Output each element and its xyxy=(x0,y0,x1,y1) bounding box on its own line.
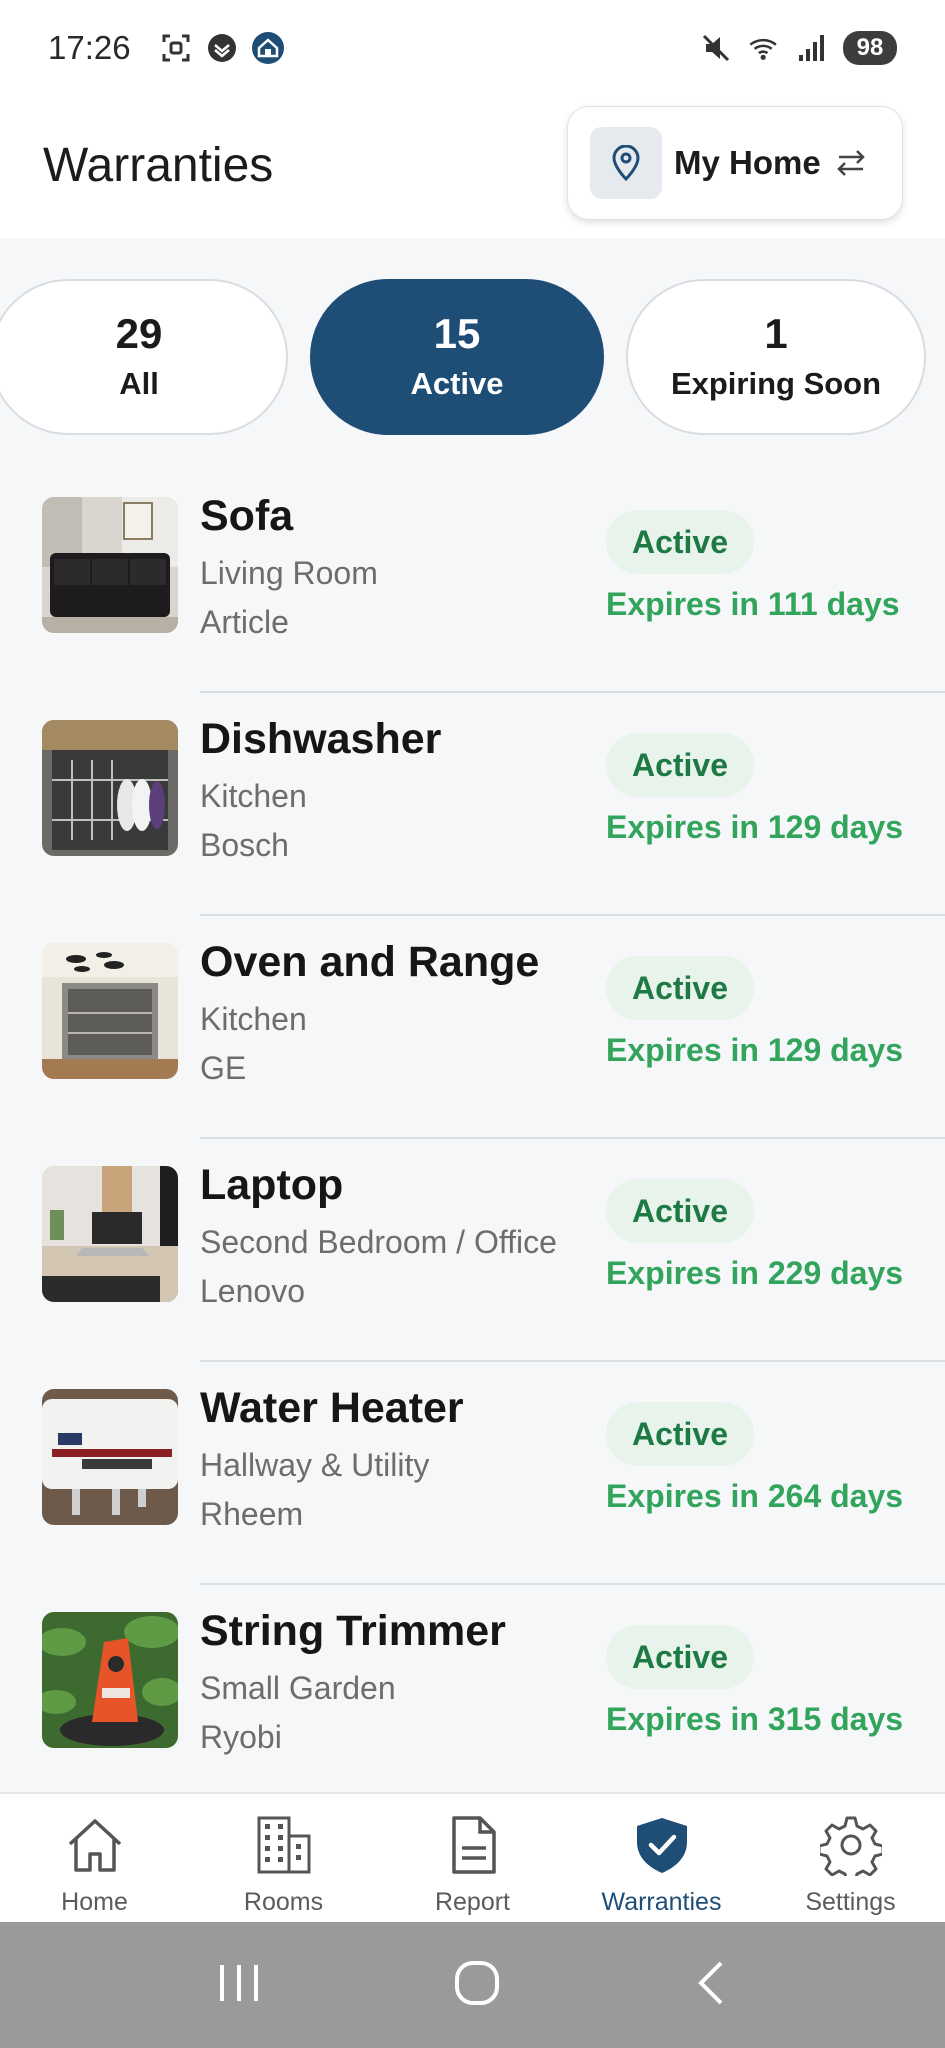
expiry-text: Expires in 264 days xyxy=(606,1478,904,1514)
expiry-text: Expires in 129 days xyxy=(606,809,904,845)
warranty-row-oven[interactable]: Oven and Range Kitchen GE Active Expires… xyxy=(0,916,945,1139)
screenshot-icon xyxy=(159,31,193,65)
bottom-navigation: Home Rooms Report Warranties Settings xyxy=(0,1792,945,1922)
item-name: Oven and Range xyxy=(200,938,540,986)
nav-label: Rooms xyxy=(243,1888,324,1916)
vpn-shield-icon xyxy=(205,31,239,65)
filter-tabs: 29 All 15 Active 1 Expiring Soon xyxy=(0,279,945,435)
nav-label: Report xyxy=(434,1888,511,1916)
expiry-text: Expires in 229 days xyxy=(606,1255,904,1291)
warranty-list: Sofa Living Room Article Active Expires … xyxy=(0,470,945,1808)
item-room: Hallway & Utility xyxy=(200,1447,430,1483)
item-room: Living Room xyxy=(200,555,378,591)
item-brand: Bosch xyxy=(200,827,289,863)
item-brand: Lenovo xyxy=(200,1273,305,1309)
app-header: Warranties My Home xyxy=(0,96,945,238)
home-app-icon xyxy=(251,31,285,65)
status-badge: Active xyxy=(606,956,754,1020)
warranty-row-laptop[interactable]: Laptop Second Bedroom / Office Lenovo Ac… xyxy=(0,1139,945,1362)
nav-report[interactable]: Report xyxy=(378,1794,567,1922)
item-name: String Trimmer xyxy=(200,1607,506,1655)
recent-apps-icon[interactable] xyxy=(214,1961,264,2010)
status-left: 17:26 xyxy=(48,29,285,67)
item-room: Second Bedroom / Office xyxy=(200,1224,557,1260)
nav-label: Settings xyxy=(805,1888,896,1916)
item-room: Kitchen xyxy=(200,1001,307,1037)
home-circle-icon[interactable] xyxy=(452,1958,502,2013)
nav-home[interactable]: Home xyxy=(0,1794,189,1922)
page-title: Warranties xyxy=(43,139,274,192)
document-icon xyxy=(442,1810,504,1880)
item-thumbnail xyxy=(42,1612,178,1748)
item-name: Sofa xyxy=(200,492,294,540)
filter-all[interactable]: 29 All xyxy=(0,279,288,435)
building-icon xyxy=(253,1810,315,1880)
item-thumbnail xyxy=(42,943,178,1079)
shield-check-icon xyxy=(631,1810,693,1880)
home-name: My Home xyxy=(674,144,821,181)
item-name: Dishwasher xyxy=(200,715,442,763)
status-badge: Active xyxy=(606,510,754,574)
filter-count: 29 xyxy=(115,310,163,357)
gear-icon xyxy=(819,1810,882,1880)
nav-label: Warranties xyxy=(601,1888,722,1916)
item-brand: GE xyxy=(200,1050,247,1086)
warranty-row-sofa[interactable]: Sofa Living Room Article Active Expires … xyxy=(0,470,945,693)
battery-indicator: 98 xyxy=(843,31,897,65)
status-right: 98 xyxy=(699,31,897,65)
item-brand: Article xyxy=(200,604,289,640)
expiry-text: Expires in 315 days xyxy=(606,1701,904,1737)
filter-expiring-soon[interactable]: 1 Expiring Soon xyxy=(626,279,926,435)
filter-label: Active xyxy=(410,366,504,401)
nav-label: Home xyxy=(61,1888,128,1916)
item-room: Kitchen xyxy=(200,778,307,814)
item-thumbnail xyxy=(42,1166,178,1302)
item-room: Small Garden xyxy=(200,1670,396,1706)
item-name: Water Heater xyxy=(200,1384,464,1432)
item-thumbnail xyxy=(42,497,178,633)
signal-icon xyxy=(795,31,829,65)
wifi-icon xyxy=(747,31,781,65)
filter-label: All xyxy=(119,366,159,401)
item-brand: Rheem xyxy=(200,1496,304,1532)
status-badge: Active xyxy=(606,1179,754,1243)
back-chevron-icon[interactable] xyxy=(691,1958,731,2013)
item-name: Laptop xyxy=(200,1161,344,1209)
nav-rooms[interactable]: Rooms xyxy=(189,1794,378,1922)
swap-arrows-icon xyxy=(835,148,867,178)
status-badge: Active xyxy=(606,733,754,797)
filter-count: 15 xyxy=(433,310,481,357)
filter-active[interactable]: 15 Active xyxy=(310,279,604,435)
location-pin-icon xyxy=(590,127,662,199)
item-thumbnail xyxy=(42,1389,178,1525)
home-switcher-button[interactable]: My Home xyxy=(567,106,903,220)
mute-icon xyxy=(699,31,733,65)
system-navigation-bar xyxy=(0,1922,945,2048)
status-badge: Active xyxy=(606,1625,754,1689)
nav-warranties[interactable]: Warranties xyxy=(567,1794,756,1922)
warranty-row-water-heater[interactable]: Water Heater Hallway & Utility Rheem Act… xyxy=(0,1362,945,1585)
expiry-text: Expires in 129 days xyxy=(606,1032,904,1068)
warranty-row-string-trimmer[interactable]: String Trimmer Small Garden Ryobi Active… xyxy=(0,1585,945,1808)
filter-label: Expiring Soon xyxy=(670,366,882,401)
filter-count: 1 xyxy=(764,310,788,357)
status-badge: Active xyxy=(606,1402,754,1466)
nav-settings[interactable]: Settings xyxy=(756,1794,945,1922)
status-bar: 17:26 98 xyxy=(0,0,945,96)
expiry-text: Expires in 111 days xyxy=(606,586,900,622)
status-time: 17:26 xyxy=(48,29,131,66)
home-icon xyxy=(64,1810,126,1880)
item-thumbnail xyxy=(42,720,178,856)
warranty-row-dishwasher[interactable]: Dishwasher Kitchen Bosch Active Expires … xyxy=(0,693,945,916)
item-brand: Ryobi xyxy=(200,1719,282,1755)
